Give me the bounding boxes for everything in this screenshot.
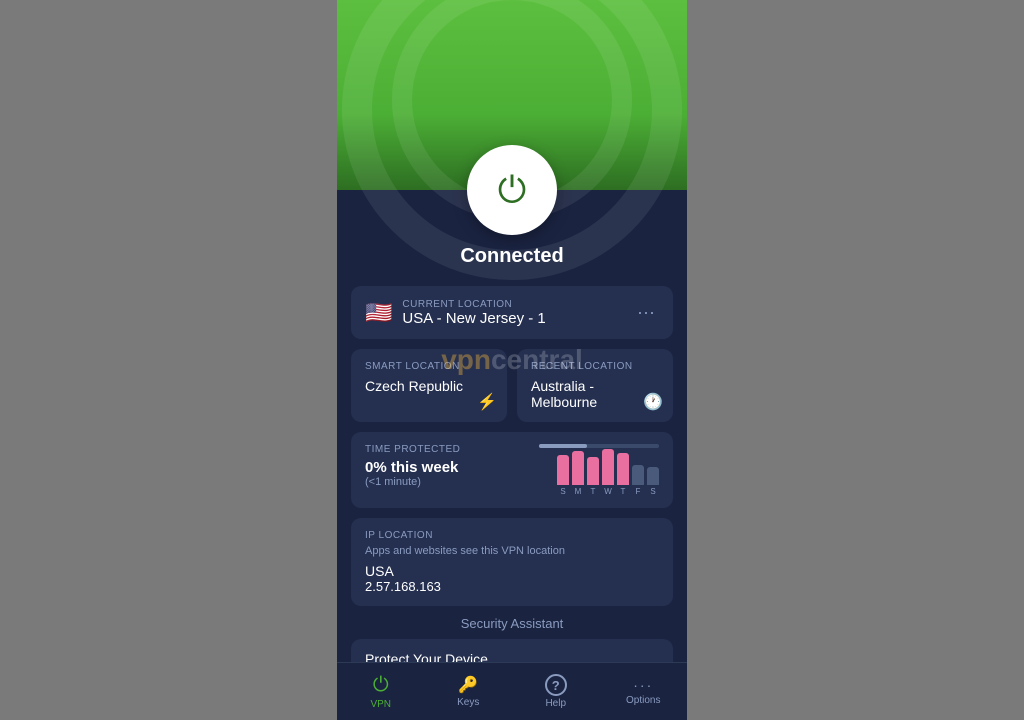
bar-wrap-S: S — [557, 455, 569, 496]
options-nav-label: Options — [626, 695, 660, 706]
current-location-name: USA - New Jersey - 1 — [402, 310, 623, 327]
nav-vpn[interactable]: ⏻ VPN — [337, 668, 425, 716]
smart-location-card[interactable]: Smart Location Czech Republic ⚡ — [351, 349, 507, 422]
bar-T — [617, 453, 629, 485]
bottom-nav: ⏻ VPN 🔑 Keys ? Help ··· Options — [337, 662, 687, 720]
header-bg: ⏻ — [337, 0, 687, 190]
vpn-nav-label: VPN — [370, 699, 391, 710]
nav-keys[interactable]: 🔑 Keys — [425, 669, 513, 714]
bar-S — [647, 467, 659, 485]
bar-chart: SMTWTFS — [557, 456, 659, 496]
bar-wrap-W: W — [602, 449, 614, 496]
keys-nav-label: Keys — [457, 697, 479, 708]
bar-wrap-T: T — [587, 457, 599, 496]
bar-wrap-F: F — [632, 465, 644, 496]
bar-M — [572, 451, 584, 485]
bar-wrap-M: M — [572, 451, 584, 496]
options-nav-icon: ··· — [633, 677, 653, 693]
bar-day-T: T — [621, 487, 626, 496]
bar-F — [632, 465, 644, 485]
bar-wrap-T: T — [617, 453, 629, 496]
power-button[interactable]: ⏻ — [467, 145, 557, 235]
bar-day-M: M — [575, 487, 582, 496]
current-location-label: Current Location — [402, 299, 623, 310]
chart-progress-bar — [539, 444, 659, 448]
bar-W — [602, 449, 614, 485]
bar-S — [557, 455, 569, 485]
bar-wrap-S: S — [647, 467, 659, 496]
keys-nav-icon: 🔑 — [458, 675, 478, 695]
clock-icon: 🕐 — [643, 392, 663, 412]
location-cards-row: Smart Location Czech Republic ⚡ Recent L… — [351, 349, 673, 422]
bar-day-T: T — [591, 487, 596, 496]
time-sub: (<1 minute) — [365, 476, 529, 488]
vpn-nav-icon: ⏻ — [373, 674, 389, 697]
chart-progress-fill — [539, 444, 587, 448]
bar-T — [587, 457, 599, 485]
more-options-button[interactable]: ··· — [633, 298, 659, 327]
current-location-card[interactable]: 🇺🇸 Current Location USA - New Jersey - 1… — [351, 286, 673, 339]
help-nav-label: Help — [545, 698, 566, 709]
ip-address: 2.57.168.163 — [365, 579, 659, 594]
nav-help[interactable]: ? Help — [512, 668, 600, 715]
usa-flag: 🇺🇸 — [365, 300, 392, 326]
bolt-icon: ⚡ — [477, 392, 497, 412]
smart-location-label: Smart Location — [365, 361, 493, 372]
ip-country: USA — [365, 563, 659, 579]
time-protected-label: Time Protected — [365, 444, 529, 455]
ip-location-desc: Apps and websites see this VPN location — [365, 545, 659, 557]
time-percent: 0% this week — [365, 459, 529, 476]
recent-location-label: Recent Location — [531, 361, 659, 372]
bar-day-W: W — [604, 487, 612, 496]
ip-location-card: IP Location Apps and websites see this V… — [351, 518, 673, 606]
chart-area: SMTWTFS — [539, 444, 659, 496]
time-protected-card: Time Protected 0% this week (<1 minute) … — [351, 432, 673, 508]
nav-options[interactable]: ··· Options — [600, 671, 688, 712]
power-icon: ⏻ — [498, 172, 526, 208]
recent-location-value: Australia - Melbourne — [531, 378, 659, 410]
bar-day-S: S — [650, 487, 655, 496]
time-info: Time Protected 0% this week (<1 minute) — [365, 444, 529, 488]
ip-location-label: IP Location — [365, 530, 659, 541]
smart-location-value: Czech Republic — [365, 378, 493, 394]
location-info: Current Location USA - New Jersey - 1 — [402, 299, 623, 327]
security-assistant-label: Security Assistant — [351, 616, 673, 631]
recent-location-card[interactable]: Recent Location Australia - Melbourne 🕐 — [517, 349, 673, 422]
help-nav-icon: ? — [545, 674, 567, 696]
app-container: ⏻ Connected 🇺🇸 Current Location USA - Ne… — [337, 0, 687, 720]
bar-day-S: S — [560, 487, 565, 496]
bar-day-F: F — [636, 487, 641, 496]
